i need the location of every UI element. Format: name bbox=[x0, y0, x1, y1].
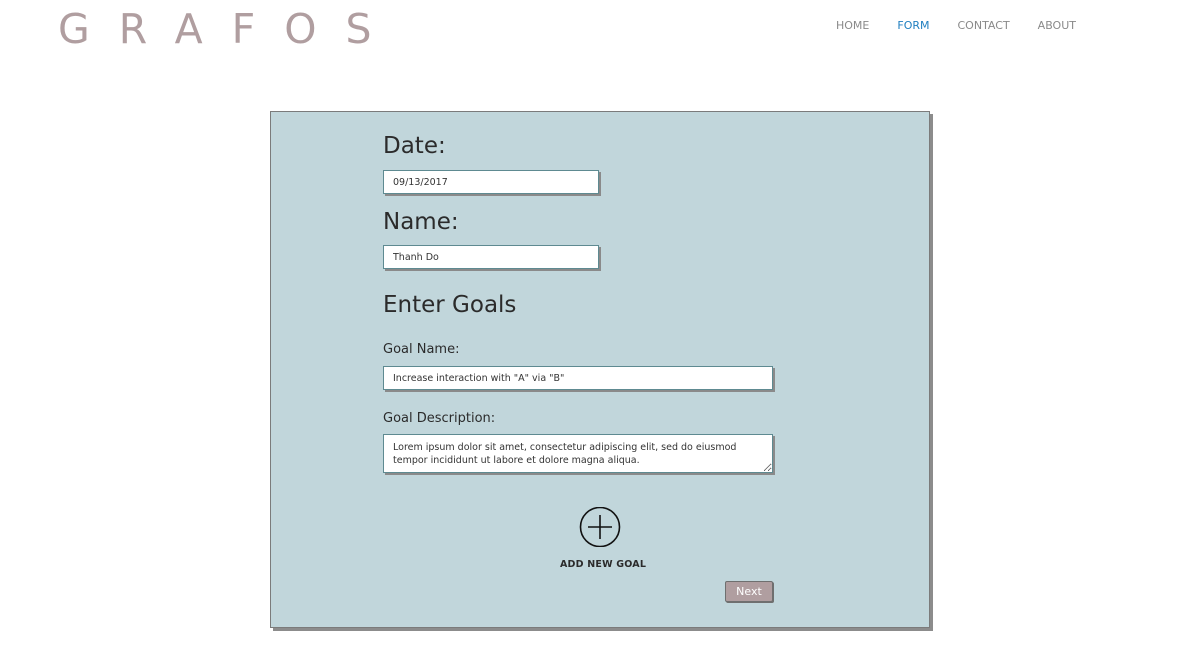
main-nav: HOME FORM CONTACT ABOUT bbox=[836, 19, 1104, 33]
next-button[interactable]: Next bbox=[725, 581, 773, 602]
goal-form-card: Date: Name: Enter Goals Goal Name: Goal … bbox=[270, 111, 930, 628]
enter-goals-heading: Enter Goals bbox=[383, 292, 517, 318]
date-label: Date: bbox=[383, 133, 446, 159]
nav-home[interactable]: HOME bbox=[836, 19, 869, 33]
name-label: Name: bbox=[383, 209, 459, 235]
plus-circle-icon[interactable] bbox=[578, 507, 622, 547]
name-input[interactable] bbox=[383, 245, 599, 269]
logo: GRAFOS bbox=[58, 5, 401, 53]
goal-description-input[interactable]: Lorem ipsum dolor sit amet, consectetur … bbox=[383, 434, 773, 473]
nav-form[interactable]: FORM bbox=[897, 19, 929, 33]
add-new-goal-label: ADD NEW GOAL bbox=[560, 559, 647, 570]
page: GRAFOS HOME FORM CONTACT ABOUT Date: Nam… bbox=[0, 0, 1200, 650]
goal-name-input[interactable] bbox=[383, 366, 773, 390]
add-new-goal-button[interactable]: ADD NEW GOAL bbox=[560, 507, 647, 570]
date-input[interactable] bbox=[383, 170, 599, 194]
goal-description-label: Goal Description: bbox=[383, 411, 496, 426]
goal-name-label: Goal Name: bbox=[383, 342, 460, 357]
nav-about[interactable]: ABOUT bbox=[1038, 19, 1076, 33]
nav-contact[interactable]: CONTACT bbox=[958, 19, 1010, 33]
